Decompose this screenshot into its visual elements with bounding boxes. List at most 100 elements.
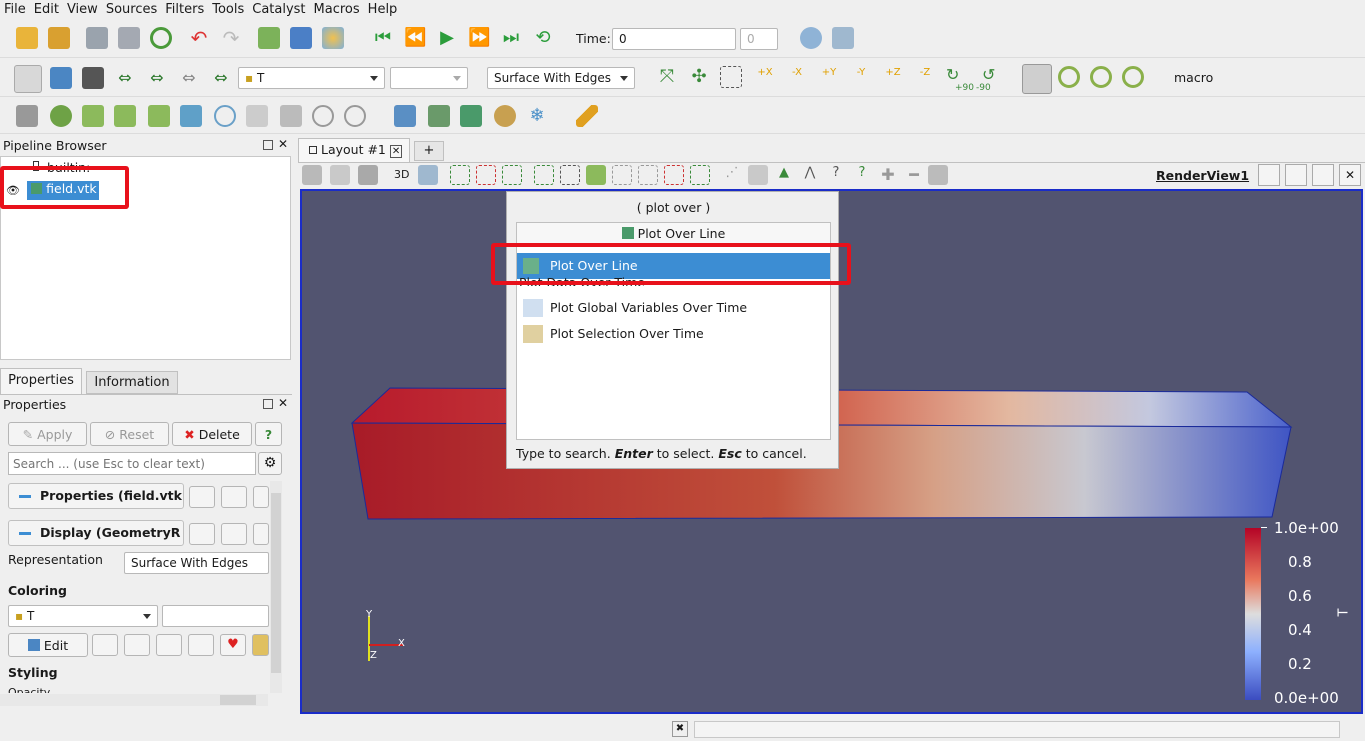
undock-icon[interactable] bbox=[263, 399, 273, 409]
query-icon[interactable] bbox=[832, 27, 854, 49]
save-screenshot-icon[interactable] bbox=[330, 165, 350, 185]
select-cells-icon[interactable] bbox=[450, 165, 470, 185]
pick-center-icon[interactable] bbox=[1122, 66, 1144, 88]
first-frame-icon[interactable]: ⏮ bbox=[372, 27, 394, 49]
restore-icon[interactable] bbox=[253, 523, 269, 545]
slice-icon[interactable] bbox=[114, 105, 136, 127]
select-points-on-icon[interactable]: ⋀ bbox=[800, 165, 820, 185]
view-minus-x-icon[interactable]: -X bbox=[784, 67, 810, 91]
reset-closest-icon[interactable]: ✣ bbox=[688, 66, 710, 88]
freeze-icon[interactable]: ❄ bbox=[526, 105, 548, 127]
frustum-cells-icon[interactable] bbox=[534, 165, 554, 185]
select-triangle-icon[interactable]: ▲ bbox=[774, 165, 794, 185]
select-blocks-icon[interactable] bbox=[502, 165, 522, 185]
group-datasets-icon[interactable] bbox=[312, 105, 334, 127]
capture-icon[interactable] bbox=[358, 165, 378, 185]
plot-over-line-icon[interactable] bbox=[460, 105, 482, 127]
shrink-selection-icon[interactable] bbox=[748, 165, 768, 185]
close-tab-icon[interactable]: ✕ bbox=[389, 145, 403, 158]
rescale-range-icon[interactable]: ⇔ bbox=[114, 67, 136, 89]
query-points-icon[interactable]: ? bbox=[826, 165, 846, 185]
section-display-header[interactable]: Display (GeometryR bbox=[8, 520, 184, 546]
time-input[interactable]: 0 bbox=[612, 28, 736, 50]
menu-macros[interactable]: Macros bbox=[310, 2, 364, 17]
view-minus-y-icon[interactable]: -Y bbox=[848, 67, 874, 91]
extract-selection-icon[interactable] bbox=[394, 105, 416, 127]
edit-color-map-button[interactable]: Edit bbox=[8, 633, 88, 657]
polygon-cells-icon[interactable] bbox=[586, 165, 606, 185]
ruler-icon[interactable] bbox=[576, 105, 598, 127]
preset-icon[interactable] bbox=[252, 634, 269, 656]
extract-level-icon[interactable] bbox=[344, 105, 366, 127]
play-icon[interactable]: ▶ bbox=[436, 27, 458, 49]
toggle-3d-button[interactable]: 3D bbox=[394, 168, 409, 181]
clear-output-icon[interactable]: ✖ bbox=[672, 721, 688, 737]
result-plot-selection-over-time[interactable]: Plot Selection Over Time bbox=[517, 321, 830, 347]
select-points-icon[interactable] bbox=[476, 165, 496, 185]
threshold-icon[interactable] bbox=[148, 105, 170, 127]
favorite-icon[interactable]: ♥ bbox=[220, 634, 246, 656]
horizontal-scrollbar[interactable] bbox=[0, 694, 268, 706]
apply-button[interactable]: ✎ Apply bbox=[8, 422, 87, 446]
glyph-icon[interactable] bbox=[214, 105, 236, 127]
view-minus-z-icon[interactable]: -Z bbox=[912, 67, 938, 91]
orientation-axes-icon[interactable] bbox=[1022, 64, 1052, 94]
calculator-icon[interactable] bbox=[16, 105, 38, 127]
menu-file[interactable]: File bbox=[0, 2, 30, 17]
view-plus-z-icon[interactable]: +Z bbox=[880, 67, 906, 91]
hover-points-icon[interactable] bbox=[664, 165, 684, 185]
representation-select[interactable]: Surface With Edges bbox=[487, 67, 635, 89]
tab-properties[interactable]: Properties bbox=[0, 368, 82, 394]
plot-over-time-icon[interactable] bbox=[428, 105, 450, 127]
split-vertical-icon[interactable] bbox=[1285, 164, 1307, 186]
advanced-settings-gear-icon[interactable]: ⚙ bbox=[258, 452, 282, 475]
undock-icon[interactable] bbox=[263, 140, 273, 150]
subtract-selection-icon[interactable]: ━ bbox=[904, 165, 924, 185]
tab-layout-1[interactable]: Layout #1 ✕ bbox=[298, 138, 410, 162]
copy-icon[interactable] bbox=[189, 486, 215, 508]
contour-icon[interactable] bbox=[50, 105, 72, 127]
next-frame-icon[interactable]: ⏩ bbox=[468, 27, 490, 49]
find-data-icon[interactable] bbox=[800, 27, 822, 49]
close-icon[interactable]: ✕ bbox=[278, 396, 288, 410]
redo-icon[interactable]: ↷ bbox=[220, 27, 242, 49]
representation-dropdown[interactable]: Surface With Edges bbox=[124, 552, 269, 574]
reset-camera-icon[interactable]: ⤧ bbox=[656, 66, 678, 88]
frustum-points-icon[interactable] bbox=[560, 165, 580, 185]
properties-search-input[interactable] bbox=[8, 452, 256, 475]
last-frame-icon[interactable]: ⏭ bbox=[500, 27, 522, 49]
macro-label[interactable]: macro bbox=[1174, 70, 1213, 85]
grow-selection-icon[interactable]: ⋰ bbox=[722, 165, 742, 185]
time-step-spinbox[interactable]: 0 bbox=[740, 28, 778, 50]
tab-information[interactable]: Information bbox=[86, 371, 178, 394]
view-plus-x-icon[interactable]: +X bbox=[752, 67, 778, 91]
result-plot-global-variables[interactable]: Plot Global Variables Over Time bbox=[517, 295, 830, 321]
edit-color-map-icon[interactable] bbox=[50, 67, 72, 89]
undo-icon[interactable]: ↶ bbox=[188, 27, 210, 49]
warp-icon[interactable] bbox=[280, 105, 302, 127]
view-plus-y-icon[interactable]: +Y bbox=[816, 67, 842, 91]
rescale-custom-icon[interactable] bbox=[156, 634, 182, 656]
toggle-color-legend-icon[interactable] bbox=[14, 65, 42, 93]
disconnect-icon[interactable] bbox=[118, 27, 140, 49]
rotate-minus-90-icon[interactable]: ↺ -90 bbox=[976, 65, 1006, 93]
rescale-temporal-icon[interactable]: ⇔ bbox=[178, 67, 200, 89]
coloring-component-select[interactable] bbox=[162, 605, 269, 627]
close-view-icon[interactable]: ✕ bbox=[1339, 164, 1361, 186]
camera-undo-icon[interactable] bbox=[258, 27, 280, 49]
clip-icon[interactable] bbox=[82, 105, 104, 127]
previous-frame-icon[interactable]: ⏪ bbox=[404, 27, 426, 49]
menu-filters[interactable]: Filters bbox=[161, 2, 208, 17]
paste-icon[interactable] bbox=[221, 523, 247, 545]
component-select[interactable] bbox=[390, 67, 468, 89]
palette-icon[interactable] bbox=[322, 27, 344, 49]
restore-icon[interactable] bbox=[253, 486, 269, 508]
coloring-array-select[interactable]: ▪ T bbox=[8, 605, 158, 627]
maximize-icon[interactable] bbox=[1312, 164, 1334, 186]
clear-selection-icon[interactable] bbox=[928, 165, 948, 185]
close-icon[interactable]: ✕ bbox=[278, 137, 288, 151]
rescale-temporal-icon[interactable] bbox=[188, 634, 214, 656]
reset-session-icon[interactable] bbox=[302, 165, 322, 185]
polygon-points-icon[interactable] bbox=[612, 165, 632, 185]
load-state-icon[interactable] bbox=[48, 27, 70, 49]
